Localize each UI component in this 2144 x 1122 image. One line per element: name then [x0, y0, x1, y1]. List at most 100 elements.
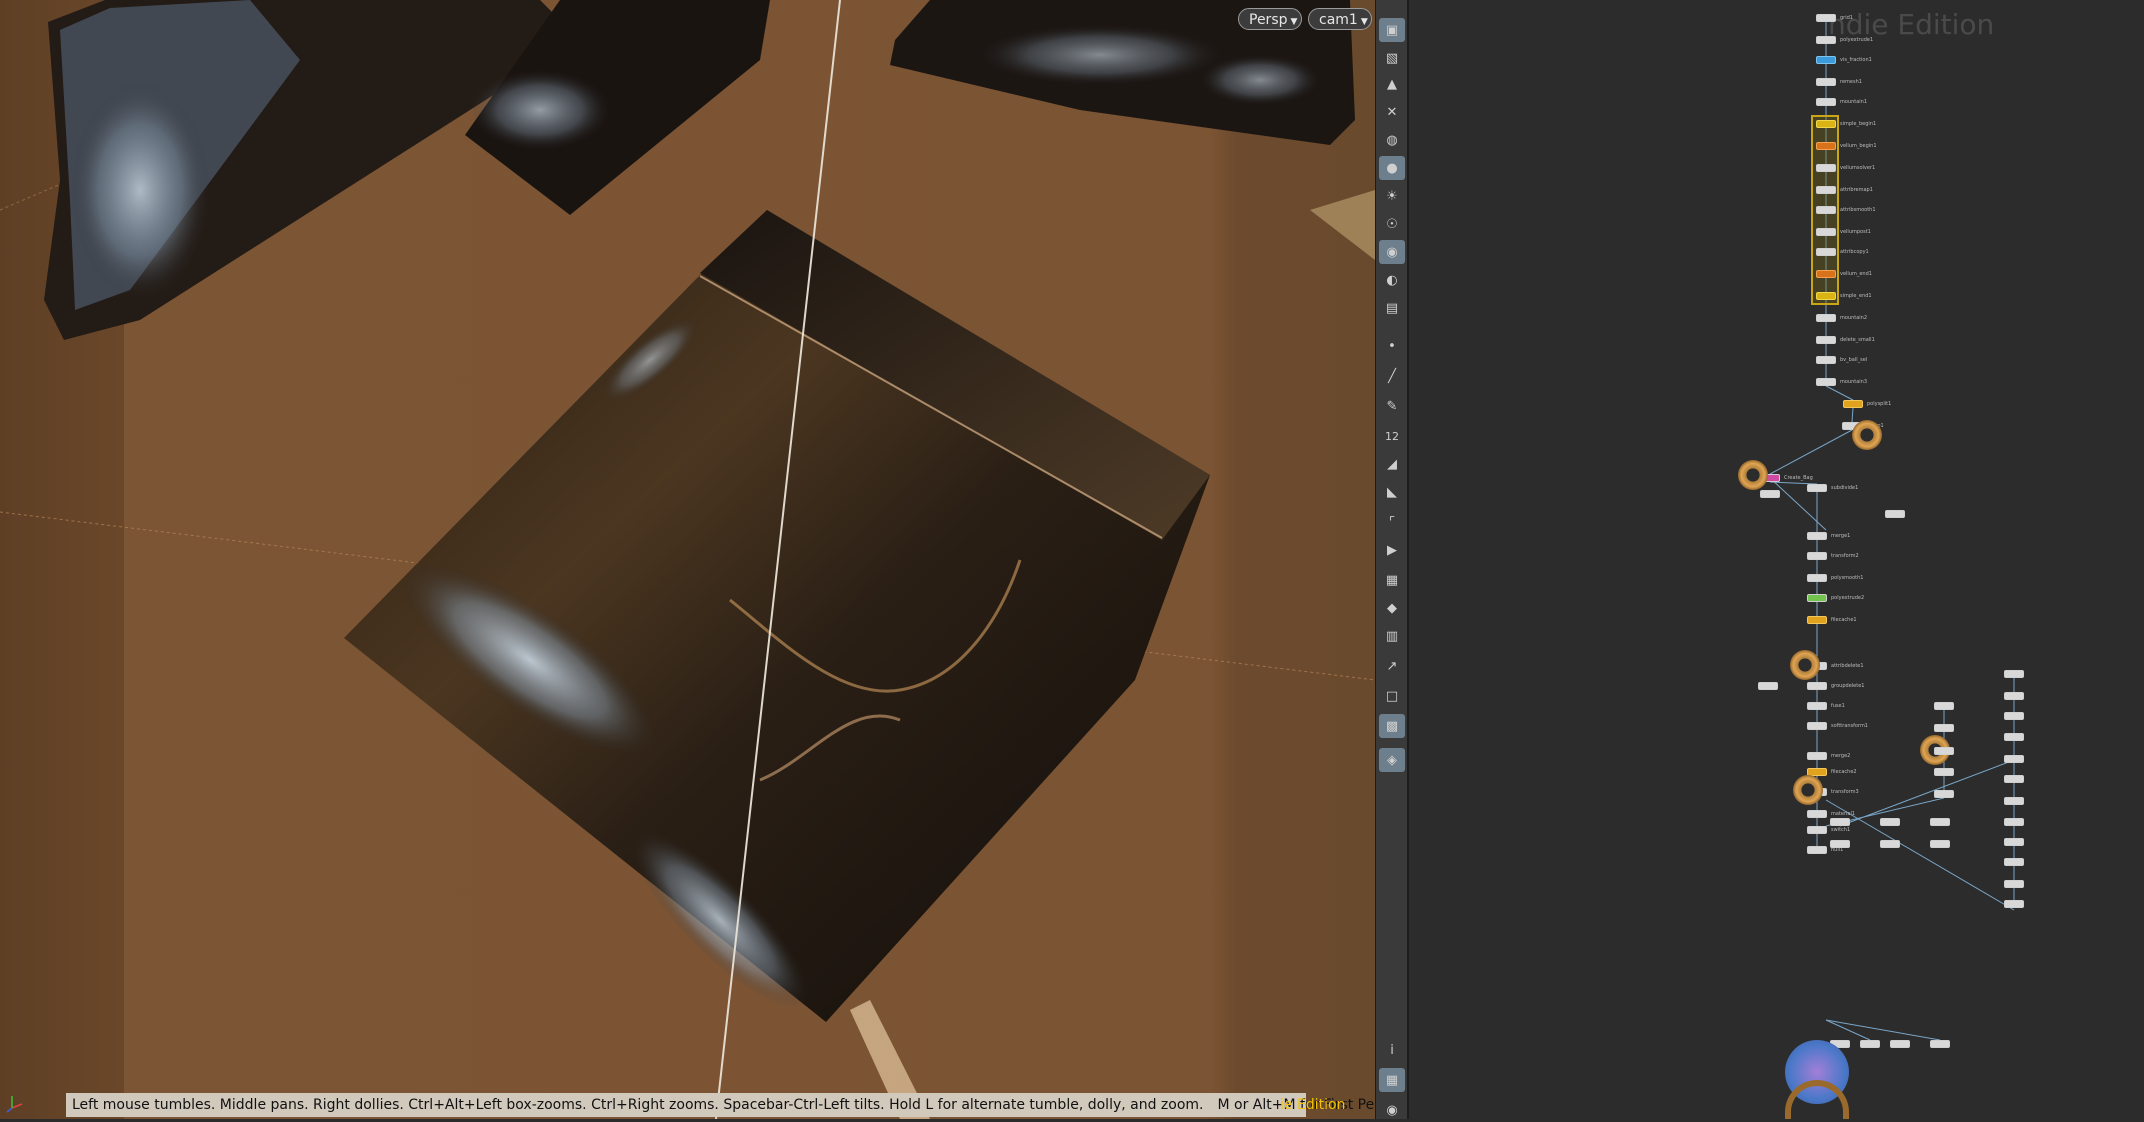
network-node[interactable] — [1807, 532, 1827, 540]
network-node[interactable] — [2004, 670, 2024, 678]
network-node[interactable] — [2004, 775, 2024, 783]
number-button[interactable]: 12 — [1379, 424, 1405, 448]
flag-button[interactable]: ▶ — [1379, 538, 1405, 562]
network-node[interactable] — [1816, 186, 1836, 194]
network-node[interactable] — [2004, 692, 2024, 700]
network-node[interactable] — [1816, 14, 1836, 22]
network-node[interactable] — [2004, 838, 2024, 846]
display-options-button[interactable]: ▧ — [1379, 46, 1405, 70]
network-node[interactable] — [1890, 1040, 1910, 1048]
paint-button[interactable]: ◢ — [1379, 452, 1405, 476]
ghost-button[interactable]: ◍ — [1379, 128, 1405, 152]
network-node[interactable] — [1758, 682, 1778, 690]
network-node[interactable] — [1816, 314, 1836, 322]
view-type-menu[interactable]: Persp ▼ — [1238, 8, 1302, 30]
network-node[interactable] — [1807, 594, 1827, 602]
texture-button[interactable]: ▦ — [1379, 568, 1405, 592]
snapshot-button[interactable]: ▩ — [1379, 714, 1405, 738]
network-node[interactable] — [1807, 752, 1827, 760]
point-button[interactable]: • — [1379, 334, 1405, 358]
network-node[interactable] — [1930, 1040, 1950, 1048]
network-node[interactable] — [1807, 702, 1827, 710]
network-node[interactable] — [1807, 682, 1827, 690]
ghost-icon: ◍ — [1386, 132, 1398, 148]
visibility-button[interactable]: ◉ — [1379, 1098, 1405, 1122]
network-node[interactable] — [1880, 818, 1900, 826]
network-node[interactable] — [2004, 733, 2024, 741]
network-node[interactable] — [1930, 818, 1950, 826]
close-button[interactable]: ✕ — [1379, 100, 1405, 124]
network-node[interactable] — [2004, 900, 2024, 908]
network-node[interactable] — [1816, 164, 1836, 172]
network-node[interactable] — [1934, 747, 1954, 755]
network-node[interactable] — [1934, 790, 1954, 798]
network-node[interactable] — [1816, 336, 1836, 344]
network-node[interactable] — [1816, 270, 1836, 278]
network-node[interactable] — [1934, 702, 1954, 710]
network-node-label: grid1 — [1840, 15, 1853, 21]
network-node[interactable] — [1816, 228, 1836, 236]
network-node[interactable] — [1816, 356, 1836, 364]
info-button[interactable]: i — [1379, 1038, 1405, 1062]
network-node[interactable] — [1816, 36, 1836, 44]
network-node[interactable] — [1807, 810, 1827, 818]
network-node[interactable] — [2004, 755, 2024, 763]
paint-bucket-button[interactable]: ◣ — [1379, 480, 1405, 504]
network-node[interactable] — [1816, 142, 1836, 150]
network-node[interactable] — [2004, 797, 2024, 805]
network-node[interactable] — [2004, 880, 2024, 888]
camera-menu[interactable]: cam1 ▼ — [1308, 8, 1372, 30]
network-node-label: vis_fraction1 — [1840, 57, 1872, 63]
network-node[interactable] — [1830, 840, 1850, 848]
network-node-label: vellum_begin1 — [1840, 143, 1877, 149]
uv-button[interactable]: ▥ — [1379, 624, 1405, 648]
network-node[interactable] — [1885, 510, 1905, 518]
box-button[interactable]: □ — [1379, 684, 1405, 708]
diamond-button[interactable]: ◆ — [1379, 596, 1405, 620]
network-node[interactable] — [1816, 120, 1836, 128]
scene-viewport[interactable]: Persp ▼ cam1 ▼ Left mouse tumbles. Middle … — [0, 0, 1375, 1119]
network-node[interactable] — [1760, 490, 1780, 498]
network-node[interactable] — [1816, 98, 1836, 106]
light-button[interactable]: ● — [1379, 156, 1405, 180]
network-node[interactable] — [1816, 78, 1836, 86]
network-node[interactable] — [1830, 818, 1850, 826]
cook-indicator-icon — [1738, 460, 1768, 490]
network-node[interactable] — [1816, 56, 1836, 64]
eye-button[interactable]: ◐ — [1379, 268, 1405, 292]
brush-button[interactable]: ╱ — [1379, 364, 1405, 388]
network-node[interactable] — [1807, 722, 1827, 730]
network-node[interactable] — [1816, 378, 1836, 386]
curve-button[interactable]: ⌜ — [1379, 510, 1405, 534]
vector-button[interactable]: ↗ — [1379, 654, 1405, 678]
network-node[interactable] — [2004, 712, 2024, 720]
network-node[interactable] — [1807, 846, 1827, 854]
network-node[interactable] — [1860, 1040, 1880, 1048]
network-node[interactable] — [1816, 292, 1836, 300]
network-node[interactable] — [2004, 858, 2024, 866]
network-node[interactable] — [1934, 724, 1954, 732]
network-node[interactable] — [1880, 840, 1900, 848]
camera-button[interactable]: ▣ — [1379, 18, 1405, 42]
network-node[interactable] — [1807, 484, 1827, 492]
render-button[interactable]: ◉ — [1379, 240, 1405, 264]
network-node[interactable] — [1934, 768, 1954, 776]
network-node[interactable] — [1807, 616, 1827, 624]
network-node[interactable] — [1816, 248, 1836, 256]
network-node[interactable] — [1807, 574, 1827, 582]
network-node[interactable] — [2004, 818, 2024, 826]
network-node[interactable] — [1930, 840, 1950, 848]
lock-button[interactable]: ▲ — [1379, 72, 1405, 96]
network-node[interactable] — [1843, 400, 1863, 408]
pin-button[interactable]: ◈ — [1379, 748, 1405, 772]
render-region-button[interactable]: ▤ — [1379, 296, 1405, 320]
grid-button[interactable]: ▦ — [1379, 1068, 1405, 1092]
network-editor[interactable] — [1409, 0, 2144, 1119]
network-node[interactable] — [1807, 826, 1827, 834]
pen-button[interactable]: ✎ — [1379, 394, 1405, 418]
network-node[interactable] — [1807, 552, 1827, 560]
bulb-target-button[interactable]: ☉ — [1379, 212, 1405, 236]
bulb-button[interactable]: ☀ — [1379, 184, 1405, 208]
eye-icon: ◐ — [1386, 272, 1398, 288]
network-node[interactable] — [1816, 206, 1836, 214]
